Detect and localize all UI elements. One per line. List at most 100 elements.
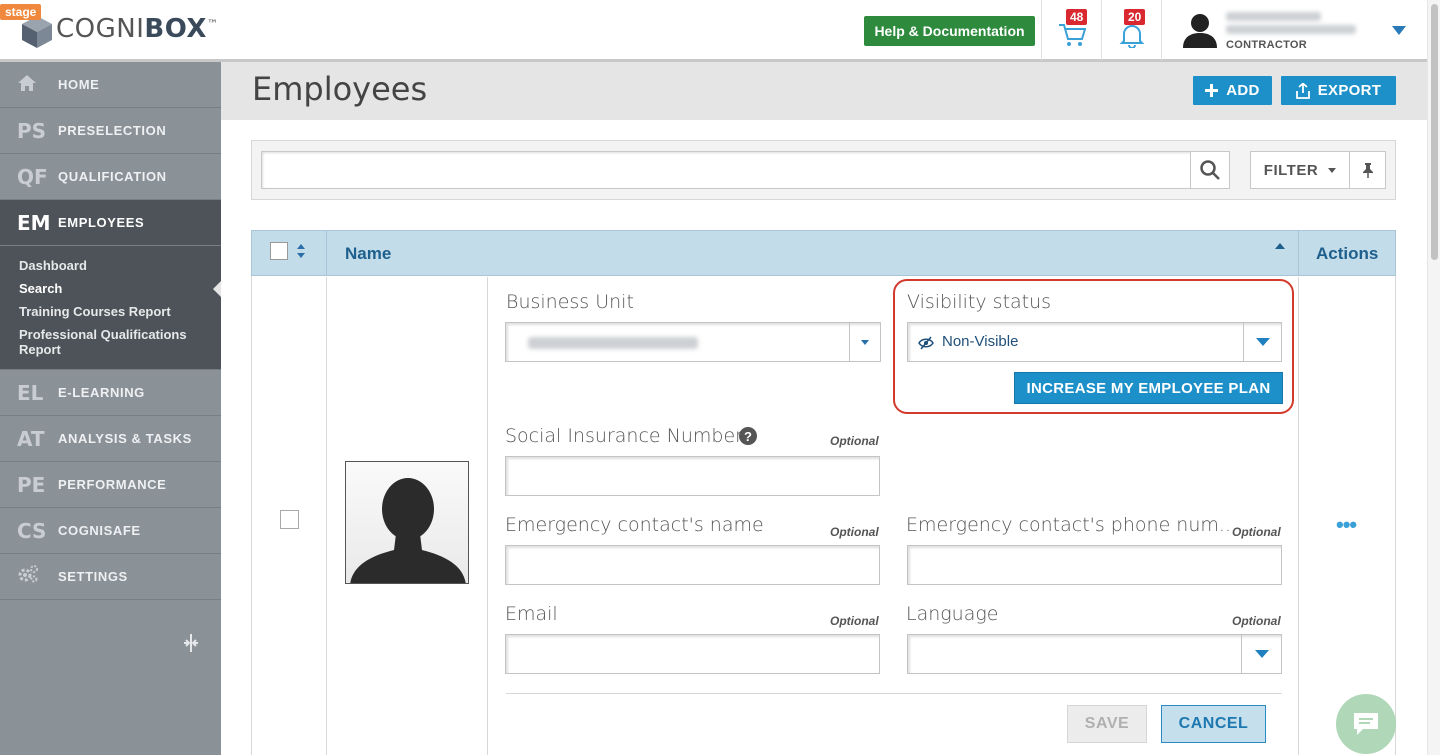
sidebar-item-label: PERFORMANCE bbox=[58, 477, 167, 492]
pin-filter-button[interactable] bbox=[1349, 151, 1386, 189]
logo-text-box: BOX bbox=[144, 14, 207, 44]
cognibox-logo[interactable]: COGNIBOX™ bbox=[56, 14, 218, 44]
sidebar-item-analysis-tasks[interactable]: AT ANALYSIS & TASKS bbox=[0, 416, 221, 462]
add-button-label: ADD bbox=[1226, 82, 1260, 99]
highlight-annotation bbox=[893, 279, 1294, 414]
plus-icon bbox=[1205, 84, 1219, 97]
language-label: Language bbox=[906, 603, 999, 625]
sidebar-item-settings[interactable]: SETTINGS bbox=[0, 554, 221, 600]
cancel-button[interactable]: CANCEL bbox=[1161, 705, 1266, 743]
emergency-contact-phone-input[interactable] bbox=[907, 545, 1282, 585]
row-actions-menu-icon[interactable]: ••• bbox=[1336, 512, 1357, 538]
header-divider bbox=[1041, 0, 1042, 60]
header-divider bbox=[1161, 0, 1162, 60]
scrollbar-thumb[interactable] bbox=[1431, 4, 1438, 260]
sidebar-item-abbr: PS bbox=[17, 118, 47, 143]
export-button-label: EXPORT bbox=[1317, 82, 1382, 99]
optional-tag: Optional bbox=[830, 614, 879, 628]
sidebar-item-label: SETTINGS bbox=[58, 569, 128, 584]
email-input[interactable] bbox=[505, 634, 880, 674]
header-divider bbox=[1101, 0, 1102, 60]
sidebar-item-abbr: CS bbox=[17, 518, 47, 543]
search-input[interactable] bbox=[261, 151, 1191, 189]
sidebar-item-performance[interactable]: PE PERFORMANCE bbox=[0, 462, 221, 508]
sidebar-item-e-learning[interactable]: EL E-LEARNING bbox=[0, 370, 221, 416]
sidebar-item-label: EMPLOYEES bbox=[58, 215, 145, 230]
notifications-button[interactable]: 20 bbox=[1103, 8, 1161, 54]
sidebar-item-abbr: AT bbox=[17, 426, 45, 451]
user-name-redacted bbox=[1226, 12, 1321, 21]
business-unit-label: Business Unit bbox=[506, 291, 634, 313]
user-avatar-icon[interactable] bbox=[1180, 12, 1220, 48]
submenu-item-professional-qualifications-report[interactable]: Professional Qualifications Report bbox=[0, 321, 221, 359]
employee-photo[interactable] bbox=[345, 461, 469, 584]
sidebar-item-label: COGNISAFE bbox=[58, 523, 141, 538]
chat-widget-button[interactable] bbox=[1336, 694, 1396, 754]
export-button[interactable]: EXPORT bbox=[1281, 76, 1396, 105]
page-title: Employees bbox=[252, 70, 428, 108]
sidebar-item-abbr: PE bbox=[17, 472, 46, 497]
column-divider bbox=[1298, 231, 1299, 276]
caret-down-icon bbox=[1254, 650, 1269, 658]
sidebar-item-abbr: EL bbox=[17, 380, 44, 405]
employees-submenu: Dashboard Search Training Courses Report… bbox=[0, 246, 221, 370]
column-header-name[interactable]: Name bbox=[345, 244, 391, 264]
sidebar-item-label: PRESELECTION bbox=[58, 123, 167, 138]
optional-tag: Optional bbox=[830, 525, 879, 539]
business-unit-dropdown-toggle[interactable] bbox=[849, 323, 880, 361]
sort-icon[interactable] bbox=[296, 243, 306, 259]
user-role: CONTRACTOR bbox=[1226, 39, 1308, 51]
sidebar: HOME PS PRESELECTION QF QUALIFICATION EM… bbox=[0, 62, 221, 755]
sidebar-item-employees[interactable]: EM EMPLOYEES bbox=[0, 200, 221, 246]
row-divider bbox=[326, 277, 327, 755]
collapse-sidebar-icon[interactable] bbox=[180, 632, 202, 654]
sidebar-item-cognisafe[interactable]: CS COGNISAFE bbox=[0, 508, 221, 554]
cart-button[interactable]: 48 bbox=[1043, 8, 1101, 54]
table-header bbox=[251, 230, 1396, 276]
sidebar-item-abbr: QF bbox=[17, 164, 48, 189]
filter-button[interactable]: FILTER bbox=[1250, 151, 1350, 189]
save-button[interactable]: SAVE bbox=[1067, 705, 1147, 743]
add-button[interactable]: ADD bbox=[1193, 76, 1272, 105]
submenu-item-training-courses-report[interactable]: Training Courses Report bbox=[0, 298, 221, 321]
language-select[interactable] bbox=[907, 634, 1282, 674]
cart-icon bbox=[1059, 24, 1086, 46]
caret-down-icon bbox=[1328, 167, 1337, 173]
column-header-actions: Actions bbox=[1316, 244, 1379, 263]
pin-icon bbox=[1362, 163, 1373, 178]
form-divider bbox=[506, 693, 1282, 694]
logo-text-cogni: COGNI bbox=[56, 14, 145, 44]
row-checkbox[interactable] bbox=[280, 510, 299, 529]
search-icon bbox=[1200, 160, 1220, 180]
sidebar-item-home[interactable]: HOME bbox=[0, 62, 221, 108]
select-all-checkbox[interactable] bbox=[270, 242, 288, 260]
search-button[interactable] bbox=[1190, 151, 1230, 189]
sidebar-item-preselection[interactable]: PS PRESELECTION bbox=[0, 108, 221, 154]
help-icon[interactable]: ? bbox=[739, 427, 757, 445]
export-icon bbox=[1295, 82, 1310, 99]
optional-tag: Optional bbox=[1232, 525, 1281, 539]
business-unit-value-redacted bbox=[528, 337, 698, 349]
sin-input[interactable] bbox=[505, 456, 880, 496]
sort-ascending-icon[interactable] bbox=[1275, 243, 1285, 249]
optional-tag: Optional bbox=[1232, 614, 1281, 628]
sidebar-item-label: HOME bbox=[58, 77, 100, 92]
user-menu-caret-icon[interactable] bbox=[1392, 26, 1406, 35]
sidebar-item-qualification[interactable]: QF QUALIFICATION bbox=[0, 154, 221, 200]
chat-icon bbox=[1354, 713, 1378, 735]
sidebar-item-label: ANALYSIS & TASKS bbox=[58, 431, 192, 446]
row-divider bbox=[1298, 277, 1299, 755]
caret-down-icon bbox=[861, 339, 869, 345]
help-documentation-button[interactable]: Help & Documentation bbox=[864, 16, 1035, 46]
email-label: Email bbox=[505, 603, 558, 625]
stage-badge: stage bbox=[0, 4, 42, 20]
emergency-contact-phone-label: Emergency contact's phone num... bbox=[906, 514, 1238, 536]
emergency-contact-name-input[interactable] bbox=[505, 545, 880, 585]
language-dropdown-toggle[interactable] bbox=[1241, 635, 1281, 673]
submenu-item-dashboard[interactable]: Dashboard bbox=[0, 252, 221, 275]
submenu-item-search[interactable]: Search bbox=[0, 275, 221, 298]
emergency-contact-name-label: Emergency contact's name bbox=[505, 514, 764, 536]
row-divider bbox=[487, 277, 488, 755]
business-unit-select[interactable] bbox=[505, 322, 881, 362]
optional-tag: Optional bbox=[830, 434, 879, 448]
